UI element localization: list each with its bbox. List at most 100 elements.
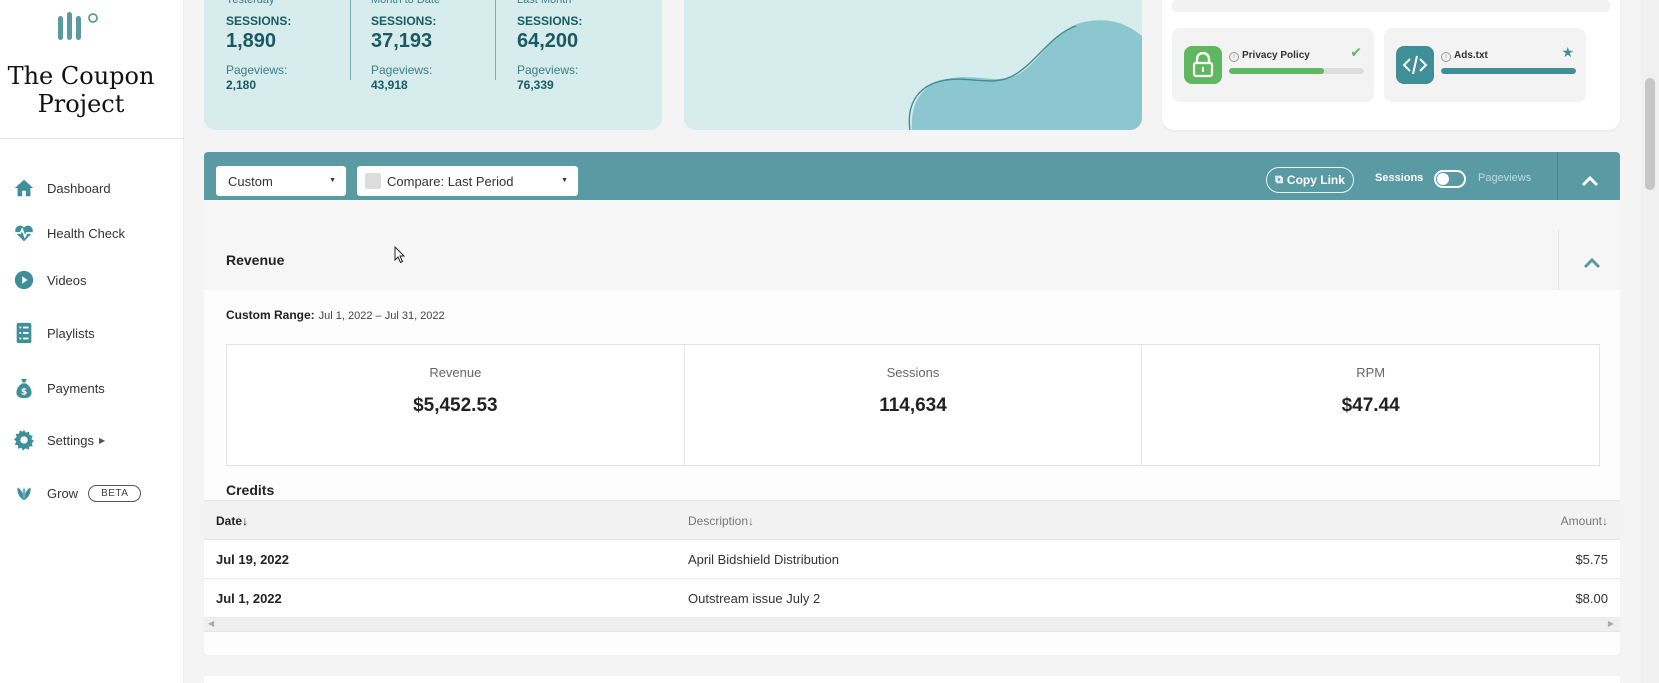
credits-title: Credits (226, 482, 275, 498)
copy-link-label: Copy Link (1286, 173, 1345, 187)
lock-icon (1184, 46, 1222, 84)
mouse-cursor-icon (394, 246, 406, 264)
divider (350, 0, 351, 80)
info-icon[interactable]: i (1229, 52, 1239, 62)
scroll-right-icon[interactable]: ▶ (1608, 619, 1614, 628)
check-privacy-policy[interactable]: i Privacy Policy ✔ (1172, 28, 1374, 102)
caret-right-icon: ▶ (98, 435, 106, 445)
play-icon (12, 268, 36, 292)
compare-checkbox[interactable] (365, 173, 381, 189)
wave-illustration (908, 20, 1142, 130)
kpi-label: Revenue (429, 365, 482, 380)
column-description-label: Description (688, 514, 749, 528)
scroll-left-icon[interactable]: ◀ (208, 619, 214, 628)
dropdown-arrow-icon: ▼ (329, 177, 336, 184)
date-range-select[interactable]: Custom ▼ (216, 166, 346, 196)
stat-pageviews-label: Pageviews: (226, 63, 288, 77)
cell-description: Outstream issue July 2 (688, 591, 821, 606)
check-ads-txt[interactable]: i Ads.txt ★ (1384, 28, 1586, 102)
stat-yesterday: Yesterday SESSIONS: 1,890 Pageviews: 2,1… (226, 0, 356, 92)
sidebar: The Coupon Project Dashboard Health Chec… (0, 0, 184, 683)
sessions-pageviews-toggle[interactable] (1434, 170, 1466, 188)
stat-period: Month to Date (371, 0, 441, 6)
kpi-label: Sessions (886, 365, 940, 380)
check-progress (1441, 68, 1576, 74)
next-section-card (204, 676, 1620, 683)
divider (0, 138, 184, 139)
check-progress-fill (1229, 68, 1324, 74)
column-amount[interactable]: Amount↓ (1561, 514, 1608, 528)
traffic-stats-card: Yesterday SESSIONS: 1,890 Pageviews: 2,1… (204, 0, 662, 130)
toggle-pageviews-label: Pageviews (1478, 172, 1532, 184)
collapse-revenue-button[interactable] (1574, 248, 1610, 278)
checkmark-icon: ✔ (1350, 44, 1362, 60)
sort-arrow-icon: ↓ (748, 514, 755, 528)
check-name: Privacy Policy (1242, 50, 1310, 61)
stat-sessions-label: SESSIONS: (226, 14, 292, 28)
check-progress (1229, 68, 1364, 74)
stat-pageviews-label: Pageviews: (517, 63, 579, 77)
chevron-up-icon (1583, 257, 1601, 269)
collapse-filters-button[interactable] (1572, 166, 1608, 196)
kpi-value: 114,634 (879, 395, 947, 416)
column-date[interactable]: Date↓ (216, 514, 248, 528)
revenue-card: Revenue Custom Range: Jul 1, 2022 – Jul 3… (204, 200, 1620, 655)
info-icon[interactable]: i (1441, 52, 1451, 62)
heartbeat-icon (12, 221, 36, 245)
stat-pageviews-value: 43,918 (371, 78, 408, 92)
sidebar-item-grow[interactable]: Grow BETA (12, 478, 182, 508)
home-icon (12, 176, 36, 200)
sidebar-item-dashboard[interactable]: Dashboard (12, 173, 182, 203)
divider (1558, 230, 1559, 290)
sidebar-item-videos[interactable]: Videos (12, 265, 182, 295)
health-topbar (1172, 0, 1610, 12)
table-row: Jul 1, 2022 Outstream issue July 2 $8.00 (204, 579, 1620, 618)
toggle-sessions-label: Sessions (1375, 172, 1424, 184)
app-root: The Coupon Project Dashboard Health Chec… (0, 0, 1659, 683)
cell-date: Jul 19, 2022 (216, 552, 289, 567)
column-date-label: Date (216, 514, 243, 528)
copy-icon: ⧉ (1275, 173, 1283, 186)
toggle-knob (1437, 173, 1449, 185)
check-name: Ads.txt (1454, 50, 1488, 61)
gear-icon (12, 428, 36, 452)
money-bag-icon: $ (12, 376, 36, 400)
scrollbar-thumb[interactable] (1645, 78, 1655, 190)
custom-range-label: Custom Range: (226, 308, 315, 322)
kpi-value: $47.44 (1341, 395, 1400, 416)
custom-range-value: Jul 1, 2022 – Jul 31, 2022 (318, 310, 445, 322)
kpi-row: Revenue $5,452.53 Sessions 114,634 RPM $… (226, 344, 1600, 466)
stat-last-month: Last Month SESSIONS: 64,200 Pageviews: 7… (517, 0, 647, 92)
sort-arrow-icon: ↓ (242, 514, 249, 528)
sidebar-item-label: Settings (47, 432, 94, 448)
column-description[interactable]: Description↓ (688, 514, 754, 528)
sidebar-item-playlists[interactable]: Playlists (12, 318, 182, 348)
sidebar-item-label: Health Check (47, 225, 126, 241)
sort-arrow-icon: ↓ (1602, 514, 1608, 528)
cell-description: April Bidshield Distribution (688, 552, 840, 567)
custom-range: Custom Range: Jul 1, 2022 – Jul 31, 2022 (226, 308, 445, 322)
stat-sessions-label: SESSIONS: (371, 14, 437, 28)
sidebar-item-health-check[interactable]: Health Check (12, 218, 182, 248)
kpi-sessions: Sessions 114,634 (685, 345, 1143, 465)
sidebar-item-label: Payments (47, 380, 105, 396)
page-scrollbar[interactable] (1641, 0, 1659, 683)
stat-period: Yesterday (226, 0, 275, 6)
stat-sessions-label: SESSIONS: (517, 14, 583, 28)
sidebar-item-settings[interactable]: Settings ▶ (12, 425, 182, 455)
cell-amount: $8.00 (1575, 591, 1608, 606)
column-amount-label: Amount (1560, 514, 1602, 528)
dropdown-arrow-icon: ▼ (561, 177, 568, 184)
leaf-icon (12, 481, 36, 505)
compare-select[interactable]: Compare: Last Period ▼ (357, 166, 578, 196)
stat-sessions-value: 37,193 (371, 30, 433, 52)
date-range-value: Custom (228, 173, 273, 189)
horizontal-scrollbar[interactable]: ◀ ▶ (204, 618, 1620, 632)
stat-period: Last Month (517, 0, 572, 6)
kpi-value: $5,452.53 (413, 395, 498, 416)
sidebar-item-payments[interactable]: $ Payments (12, 373, 182, 403)
svg-text:$: $ (21, 386, 27, 397)
table-header: Date↓ Description↓ Amount↓ (204, 500, 1620, 540)
copy-link-button[interactable]: ⧉ Copy Link (1266, 167, 1354, 193)
sidebar-item-label: Dashboard (47, 180, 111, 196)
